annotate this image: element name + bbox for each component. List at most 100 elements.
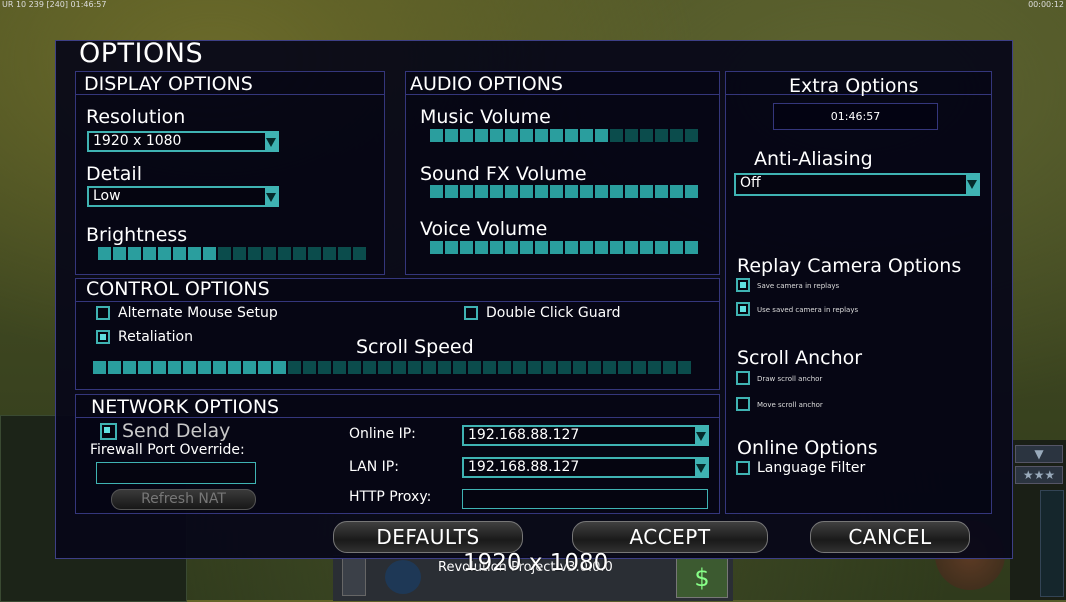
- slider-segment[interactable]: [618, 361, 631, 374]
- slider-segment[interactable]: [610, 241, 623, 254]
- slider-segment[interactable]: [520, 241, 533, 254]
- slider-segment[interactable]: [430, 185, 443, 198]
- slider-segment[interactable]: [655, 129, 668, 142]
- slider-segment[interactable]: [490, 241, 503, 254]
- firewall-port-input[interactable]: [96, 462, 256, 484]
- slider-segment[interactable]: [520, 185, 533, 198]
- move-scroll-anchor-checkbox[interactable]: [736, 397, 750, 411]
- slider-segment[interactable]: [550, 129, 563, 142]
- slider-segment[interactable]: [338, 247, 351, 260]
- slider-segment[interactable]: [580, 185, 593, 198]
- slider-segment[interactable]: [625, 185, 638, 198]
- slider-segment[interactable]: [233, 247, 246, 260]
- music-volume-slider[interactable]: [430, 129, 698, 142]
- slider-segment[interactable]: [218, 247, 231, 260]
- send-delay-checkbox[interactable]: [100, 423, 117, 440]
- slider-segment[interactable]: [505, 185, 518, 198]
- slider-segment[interactable]: [128, 247, 141, 260]
- slider-segment[interactable]: [188, 247, 201, 260]
- slider-segment[interactable]: [520, 129, 533, 142]
- slider-segment[interactable]: [550, 185, 563, 198]
- slider-segment[interactable]: [393, 361, 406, 374]
- slider-segment[interactable]: [550, 241, 563, 254]
- slider-segment[interactable]: [248, 247, 261, 260]
- slider-segment[interactable]: [588, 361, 601, 374]
- slider-segment[interactable]: [278, 247, 291, 260]
- dropdown-arrow-icon[interactable]: [695, 459, 707, 476]
- slider-segment[interactable]: [595, 241, 608, 254]
- slider-segment[interactable]: [625, 241, 638, 254]
- anti-aliasing-dropdown[interactable]: Off: [734, 173, 980, 196]
- slider-segment[interactable]: [535, 129, 548, 142]
- slider-segment[interactable]: [595, 185, 608, 198]
- slider-segment[interactable]: [288, 361, 301, 374]
- voice-volume-slider[interactable]: [430, 241, 698, 254]
- slider-segment[interactable]: [655, 241, 668, 254]
- slider-segment[interactable]: [445, 241, 458, 254]
- slider-segment[interactable]: [490, 185, 503, 198]
- slider-segment[interactable]: [483, 361, 496, 374]
- slider-segment[interactable]: [565, 129, 578, 142]
- slider-segment[interactable]: [573, 361, 586, 374]
- slider-segment[interactable]: [535, 241, 548, 254]
- slider-segment[interactable]: [640, 185, 653, 198]
- slider-segment[interactable]: [670, 129, 683, 142]
- slider-segment[interactable]: [498, 361, 511, 374]
- slider-segment[interactable]: [203, 247, 216, 260]
- slider-segment[interactable]: [303, 361, 316, 374]
- slider-segment[interactable]: [438, 361, 451, 374]
- dropdown-arrow-icon[interactable]: [265, 188, 277, 205]
- slider-segment[interactable]: [640, 241, 653, 254]
- refresh-nat-button[interactable]: Refresh NAT: [111, 489, 256, 510]
- slider-segment[interactable]: [273, 361, 286, 374]
- slider-segment[interactable]: [475, 241, 488, 254]
- online-ip-dropdown[interactable]: 192.168.88.127: [462, 425, 709, 446]
- slider-segment[interactable]: [138, 361, 151, 374]
- slider-segment[interactable]: [108, 361, 121, 374]
- dropdown-arrow-icon[interactable]: [966, 175, 978, 194]
- slider-segment[interactable]: [678, 361, 691, 374]
- slider-segment[interactable]: [633, 361, 646, 374]
- slider-segment[interactable]: [258, 361, 271, 374]
- slider-segment[interactable]: [348, 361, 361, 374]
- slider-segment[interactable]: [543, 361, 556, 374]
- slider-segment[interactable]: [685, 241, 698, 254]
- slider-segment[interactable]: [640, 129, 653, 142]
- slider-segment[interactable]: [243, 361, 256, 374]
- slider-segment[interactable]: [603, 361, 616, 374]
- use-saved-camera-checkbox[interactable]: [736, 302, 750, 316]
- slider-segment[interactable]: [670, 241, 683, 254]
- retaliation-checkbox[interactable]: [96, 330, 110, 344]
- slider-segment[interactable]: [113, 247, 126, 260]
- slider-segment[interactable]: [565, 185, 578, 198]
- slider-segment[interactable]: [505, 129, 518, 142]
- dropdown-arrow-icon[interactable]: [265, 133, 277, 150]
- slider-segment[interactable]: [505, 241, 518, 254]
- slider-segment[interactable]: [445, 129, 458, 142]
- slider-segment[interactable]: [123, 361, 136, 374]
- slider-segment[interactable]: [490, 129, 503, 142]
- sound-fx-volume-slider[interactable]: [430, 185, 698, 198]
- slider-segment[interactable]: [513, 361, 526, 374]
- slider-segment[interactable]: [595, 129, 608, 142]
- slider-segment[interactable]: [213, 361, 226, 374]
- draw-scroll-anchor-checkbox[interactable]: [736, 371, 750, 385]
- slider-segment[interactable]: [535, 185, 548, 198]
- slider-segment[interactable]: [558, 361, 571, 374]
- slider-segment[interactable]: [333, 361, 346, 374]
- slider-segment[interactable]: [353, 247, 366, 260]
- slider-segment[interactable]: [655, 185, 668, 198]
- slider-segment[interactable]: [685, 185, 698, 198]
- slider-segment[interactable]: [475, 185, 488, 198]
- dropdown-arrow-icon[interactable]: [695, 427, 707, 444]
- slider-segment[interactable]: [610, 129, 623, 142]
- slider-segment[interactable]: [153, 361, 166, 374]
- slider-segment[interactable]: [685, 129, 698, 142]
- slider-segment[interactable]: [460, 185, 473, 198]
- slider-segment[interactable]: [670, 185, 683, 198]
- slider-segment[interactable]: [198, 361, 211, 374]
- slider-segment[interactable]: [610, 185, 623, 198]
- slider-segment[interactable]: [98, 247, 111, 260]
- slider-segment[interactable]: [565, 241, 578, 254]
- alternate-mouse-checkbox[interactable]: [96, 306, 110, 320]
